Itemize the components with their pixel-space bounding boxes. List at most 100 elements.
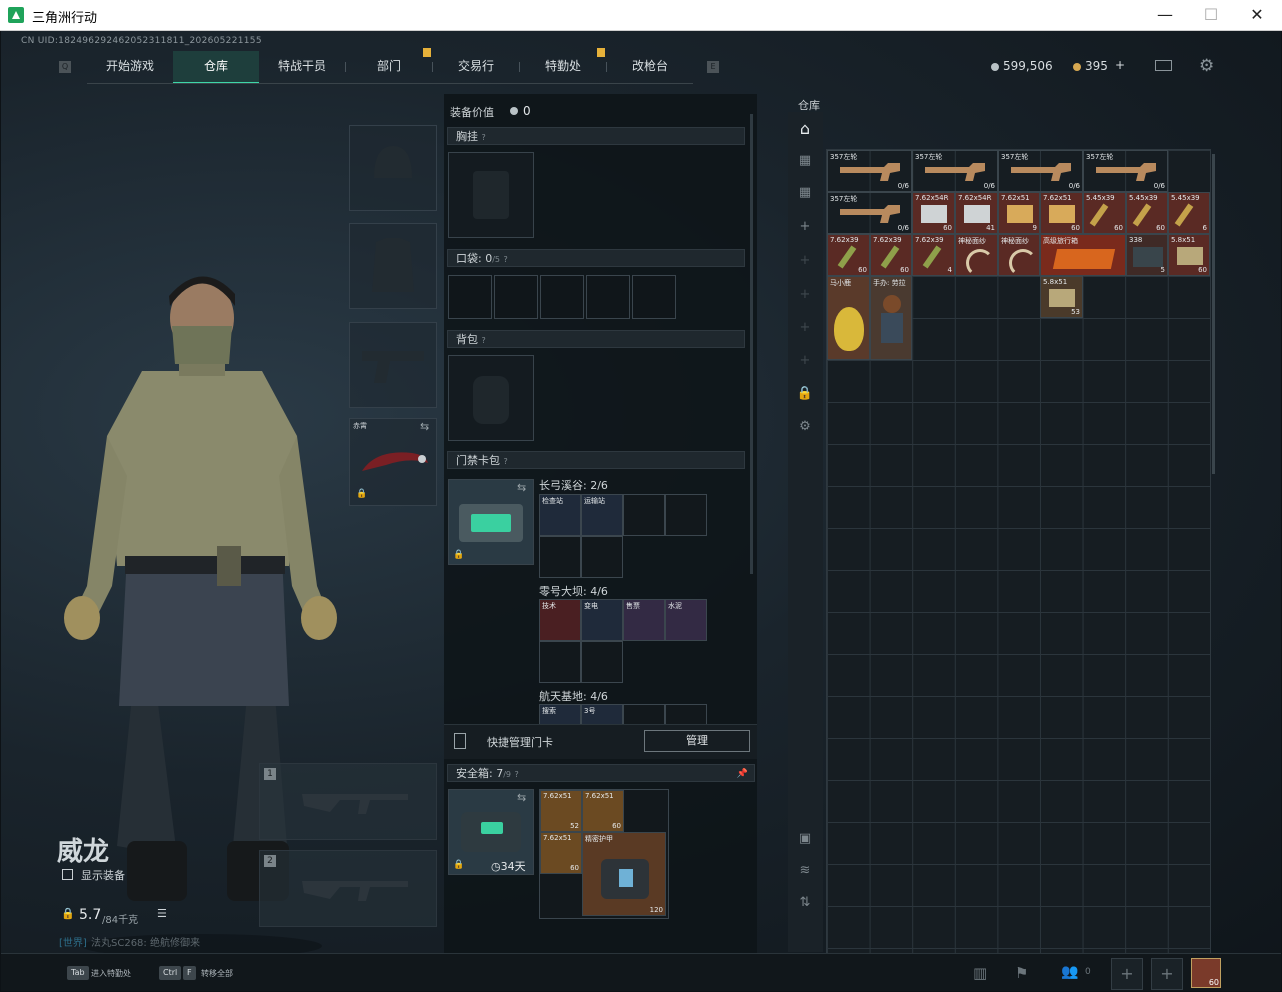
category-ammo-icon[interactable]: ▦ [796,184,814,202]
nav-prev-key[interactable]: Q [59,61,71,73]
ammo-box-item[interactable]: 7.62x51 60 [540,832,582,874]
mail-icon[interactable] [1155,60,1172,71]
stats-chart-icon[interactable]: ▥ [973,964,987,982]
tab-special-ops[interactable]: 特勤处 [520,51,606,82]
keycard-empty-slot[interactable] [665,704,707,724]
keycard-item[interactable]: 3号 [581,704,623,724]
ammo-box-item[interactable]: 5.8x51 60 [1168,234,1210,276]
settings-gear-icon[interactable]: ⚙ [796,418,814,436]
keycard-item[interactable]: 运输站 [581,494,623,536]
pin-icon[interactable]: 📌 [737,765,748,783]
ammo-box-item[interactable]: 7.62x51 9 [998,192,1040,234]
maximize-button[interactable]: ☐ [1188,0,1234,30]
keycard-item[interactable]: 搜索 [539,704,581,724]
ammo-item[interactable]: 5.45x39 6 [1168,192,1210,234]
help-icon[interactable]: ? [504,457,508,466]
ammo-item[interactable]: 5.45x39 60 [1083,192,1126,234]
pocket-slot[interactable] [540,275,584,319]
keycard-empty-slot[interactable] [539,536,581,578]
keycard-empty-slot[interactable] [623,494,665,536]
list-icon[interactable]: ☰ [157,907,167,920]
keycard-empty-slot[interactable] [665,494,707,536]
filter-icon[interactable]: ▣ [796,830,814,848]
helmet-slot[interactable] [349,125,437,211]
player-avatar[interactable]: 60 [1191,958,1221,988]
flag-icon[interactable]: ⚑ [1015,964,1028,982]
swap-icon[interactable]: ⇆ [517,481,526,494]
tab-department[interactable]: 部门 [346,51,432,82]
sort-icon[interactable]: ⇅ [796,894,814,912]
add-tab-icon[interactable]: + [796,218,814,236]
add-tab-icon[interactable]: + [796,286,814,304]
armor-item[interactable]: 精密护甲 120 [582,832,666,916]
scrollbar[interactable] [750,114,753,574]
help-icon[interactable]: ? [504,255,508,264]
keycard-item[interactable]: 检查站 [539,494,581,536]
category-gun-icon[interactable]: ▦ [796,152,814,170]
help-icon[interactable]: ? [515,770,519,779]
nav-next-key[interactable]: E [707,61,719,73]
keycard-item[interactable]: 技术 [539,599,581,641]
knife-slot[interactable]: 赤霄 ⇆ 🔒 [349,418,437,506]
ammo-box-item[interactable]: 7.62x51 60 [1040,192,1083,234]
ammo-box-item[interactable]: 7.62x51 60 [582,790,624,832]
add-party-button[interactable]: + [1151,958,1183,990]
chest-rig-slot[interactable] [448,152,534,238]
swap-icon[interactable]: ⇆ [517,791,526,804]
friends-icon[interactable]: 👥 [1061,964,1078,980]
keycard-item[interactable]: 售票 [623,599,665,641]
pistol-slot[interactable] [349,322,437,408]
figure-item[interactable]: 手办: 劳拉 [870,276,912,360]
pocket-slot[interactable] [448,275,492,319]
keycard-item[interactable]: 水泥 [665,599,707,641]
tab-gunsmith[interactable]: 改枪台 [607,51,693,82]
tab-key[interactable]: Tab [67,966,89,980]
armor-slot[interactable] [349,223,437,309]
travel-case-item[interactable]: 高级旅行箱 [1040,234,1126,276]
pocket-slot[interactable] [494,275,538,319]
ammo-box-item[interactable]: 7.62x54R 60 [912,192,955,234]
add-tab-icon[interactable]: + [796,352,814,370]
revolver-item[interactable]: 357左轮 0/6 [912,150,998,192]
ammo-item[interactable]: 7.62x39 4 [912,234,955,276]
pocket-slot[interactable] [586,275,630,319]
secondary-weapon-slot[interactable]: 2 [259,850,437,927]
ammo-box-item[interactable]: 7.62x51 52 [540,790,582,832]
ammo-box-item[interactable]: 7.62x54R 41 [955,192,998,234]
stack-icon[interactable]: ≋ [796,862,814,880]
settings-gear-icon[interactable]: ⚙ [1199,56,1214,76]
add-currency-button[interactable]: + [1115,58,1125,72]
tab-operators[interactable]: 特战干员 [259,51,345,82]
primary-weapon-slot[interactable]: 1 [259,763,437,840]
help-icon[interactable]: ? [482,133,486,142]
ctrl-key[interactable]: Ctrl [159,966,182,980]
lock-icon[interactable]: 🔒 [796,385,814,403]
pocket-slot[interactable] [632,275,676,319]
safe-box-slot[interactable]: ⇆ 🔒 ◷34天 [448,789,534,875]
f-key[interactable]: F [183,966,196,980]
keycard-case-slot[interactable]: ⇆ 🔒 [448,479,534,565]
collectible-item[interactable]: 马小鹿 [827,276,870,360]
revolver-item[interactable]: 357左轮 0/6 [998,150,1083,192]
show-equipment-checkbox[interactable] [62,869,73,880]
keycard-empty-slot[interactable] [623,704,665,724]
close-button[interactable]: ✕ [1234,0,1280,30]
keycard-empty-slot[interactable] [539,641,581,683]
ammo-item[interactable]: 7.62x39 60 [827,234,870,276]
tab-trade[interactable]: 交易行 [433,51,519,82]
help-icon[interactable]: ? [482,336,486,345]
ammo-box-item[interactable]: 5.8x51 53 [1040,276,1083,318]
ammo-item[interactable]: 5.45x39 60 [1126,192,1168,234]
add-party-button[interactable]: + [1111,958,1143,990]
revolver-item[interactable]: 357左轮 0/6 [827,150,912,192]
tab-start-game[interactable]: 开始游戏 [87,51,173,82]
manage-button[interactable]: 管理 [644,730,750,752]
keycard-item[interactable]: 变电 [581,599,623,641]
keycard-empty-slot[interactable] [581,536,623,578]
revolver-item[interactable]: 357左轮 0/6 [1083,150,1168,192]
revolver-item[interactable]: 357左轮 0/6 [827,192,912,234]
ammo-box-item[interactable]: 338 5 [1126,234,1168,276]
scrollbar[interactable] [1212,154,1215,474]
minimize-button[interactable]: — [1142,0,1188,30]
tab-warehouse[interactable]: 仓库 [173,51,259,84]
